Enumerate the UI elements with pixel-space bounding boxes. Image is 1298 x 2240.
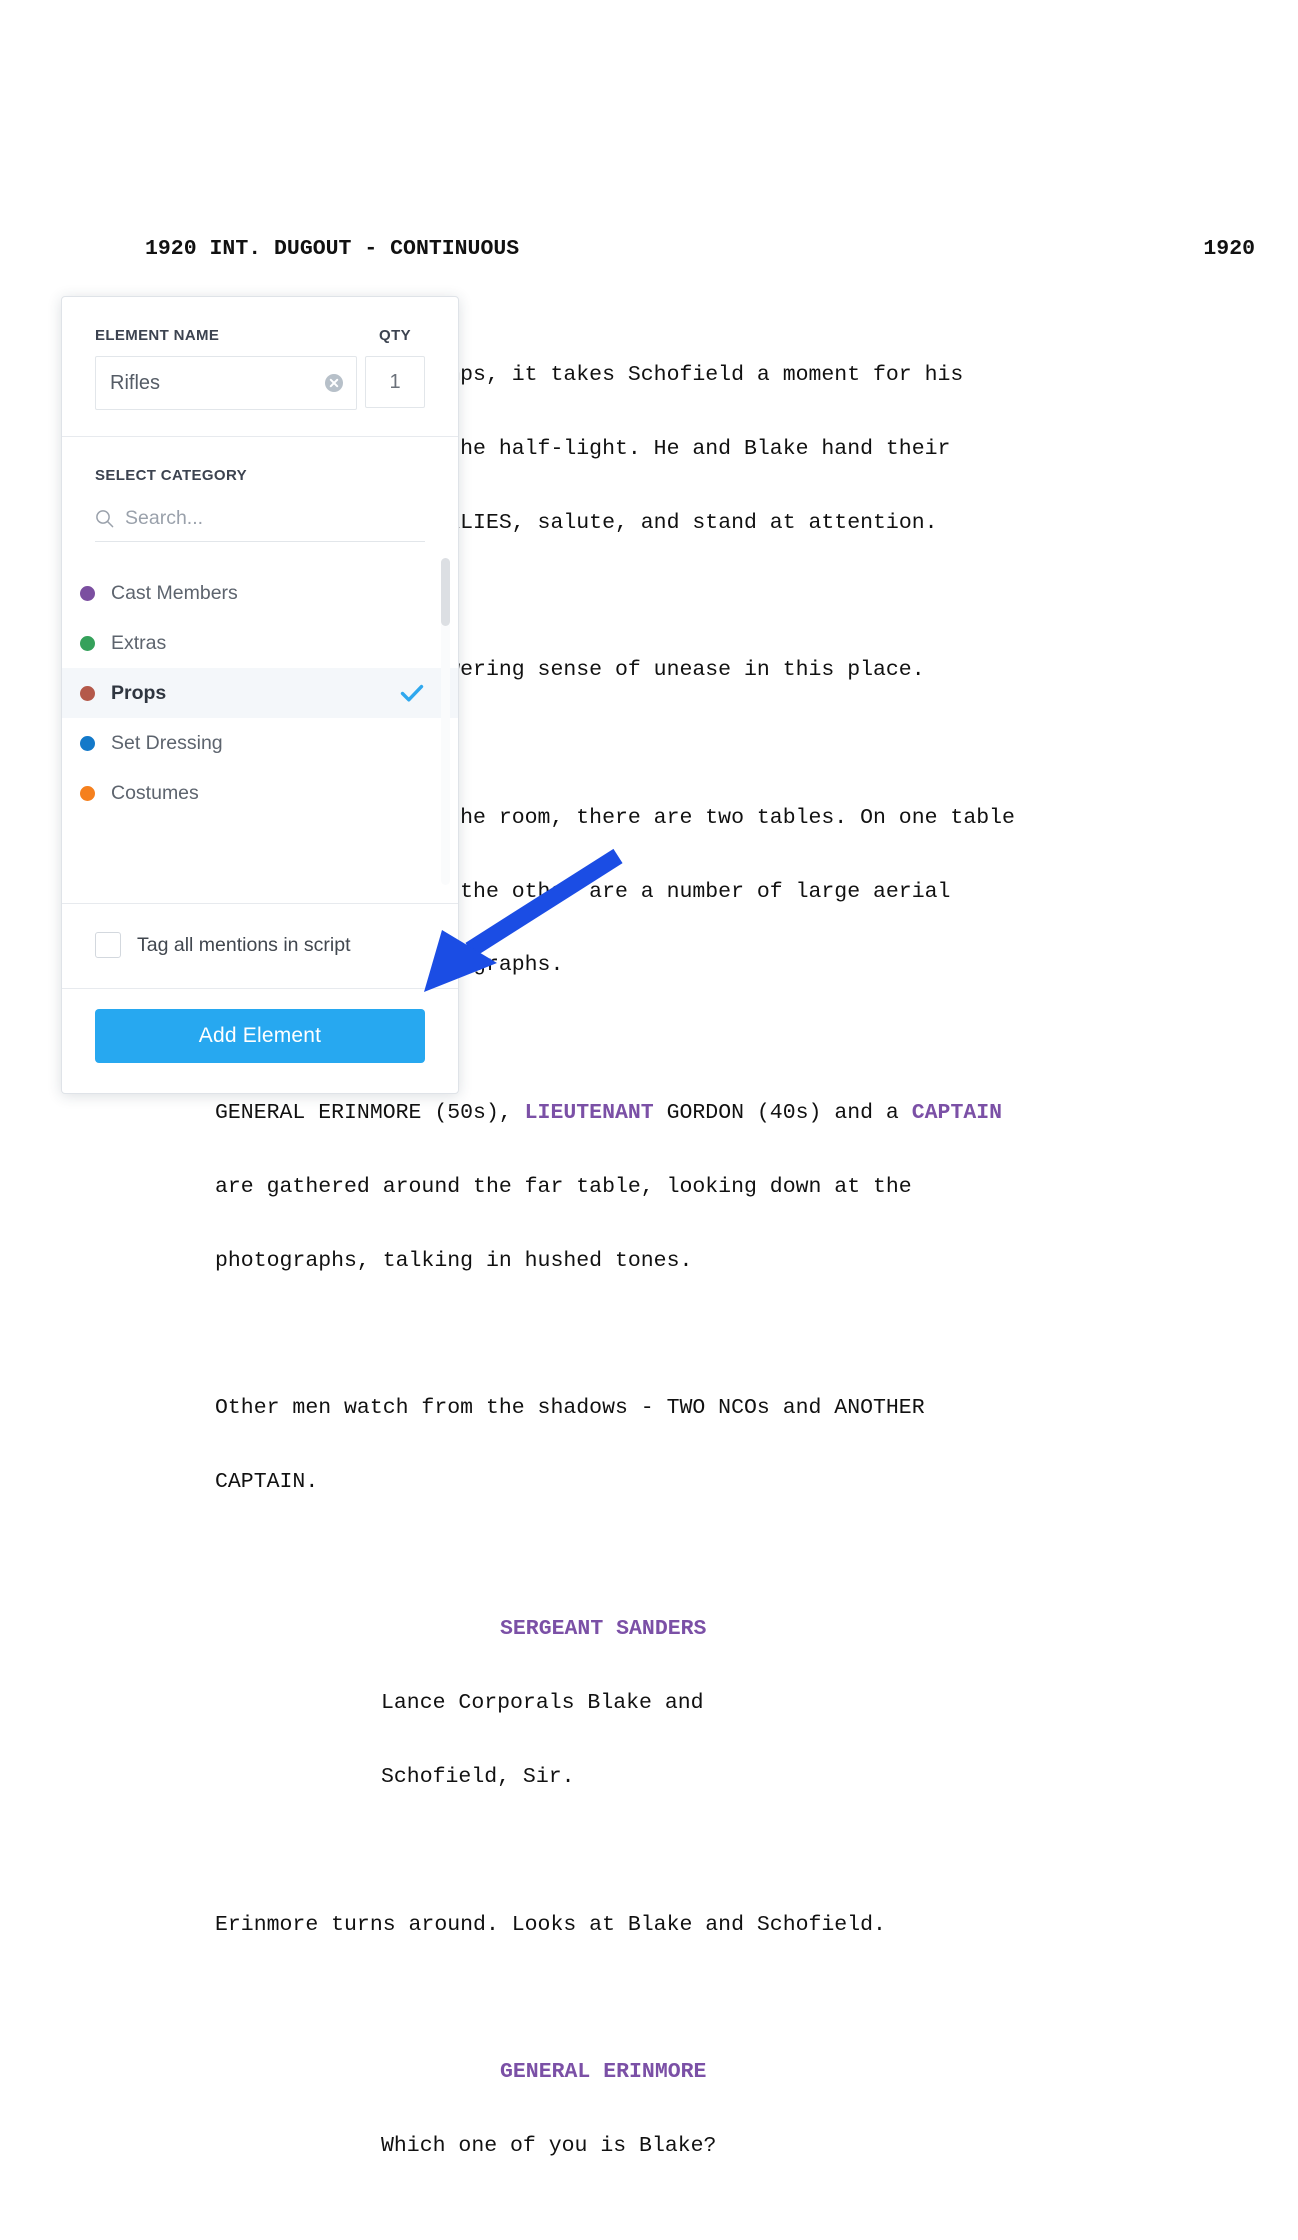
category-item-label: Cast Members <box>111 581 238 604</box>
qty-column-label: QTY <box>379 327 411 344</box>
checkmark-icon <box>399 680 425 706</box>
category-item-label: Costumes <box>111 781 199 804</box>
select-category-label: SELECT CATEGORY <box>95 467 247 484</box>
element-name-input-wrapper[interactable] <box>95 356 357 410</box>
element-name-input[interactable] <box>96 357 356 409</box>
add-element-button[interactable]: Add Element <box>95 1009 425 1063</box>
action-seg: GENERAL ERINMORE (50s), <box>215 1100 525 1125</box>
qty-input[interactable] <box>366 357 424 407</box>
category-search-input[interactable] <box>123 506 425 531</box>
action-line: CAPTAIN. <box>215 1469 319 1494</box>
category-list: Cast Members Extras Props Set Dressing Costu… <box>62 568 458 818</box>
scene-number-left: 1920 <box>145 236 197 261</box>
tagged-character-captain[interactable]: CAPTAIN <box>912 1101 1002 1125</box>
tag-all-mentions-checkbox[interactable] <box>95 932 121 958</box>
category-item-extras[interactable]: Extras <box>62 618 458 668</box>
action-line: Erinmore turns around. Looks at Blake an… <box>215 1912 886 1937</box>
category-color-dot <box>80 785 95 801</box>
action-line: are gathered around the far table, looki… <box>215 1174 912 1199</box>
dialogue-line: Schofield, Sir. <box>381 1765 575 1789</box>
action-line: photographs, talking in hushed tones. <box>215 1248 693 1273</box>
action-line: Other men watch from the shadows - TWO N… <box>215 1396 925 1421</box>
category-color-dot <box>80 585 95 601</box>
column-headers: ELEMENT NAME QTY <box>95 327 425 344</box>
dialogue-line: Which one of you is Blake? <box>381 2133 717 2158</box>
category-scrollbar-track[interactable] <box>441 558 450 885</box>
action-seg: GORDON (40s) and a <box>653 1100 912 1125</box>
select-category-section: SELECT CATEGORY Cast Members Extras Props S… <box>62 437 458 904</box>
scene-number-right: 1920 <box>1203 236 1255 261</box>
category-list-wrapper: Cast Members Extras Props Set Dressing Costu… <box>62 552 458 903</box>
character-cue[interactable]: GENERAL ERINMORE <box>145 2060 1255 2085</box>
character-cue[interactable]: SERGEANT SANDERS <box>145 1617 1255 1642</box>
category-item-cast-members[interactable]: Cast Members <box>62 568 458 618</box>
name-fields-row <box>95 356 425 410</box>
element-name-column-label: ELEMENT NAME <box>95 327 220 344</box>
action-line: GENERAL ERINMORE (50s), LIEUTENANT GORDO… <box>145 1101 1255 1126</box>
clear-circle-icon[interactable] <box>324 373 344 393</box>
tag-all-mentions-row[interactable]: Tag all mentions in script <box>62 904 458 989</box>
qty-input-wrapper[interactable] <box>365 356 425 408</box>
category-item-label: Extras <box>111 631 167 654</box>
dialogue-line: Lance Corporals Blake and <box>381 1691 704 1716</box>
category-item-costumes[interactable]: Costumes <box>62 768 458 818</box>
element-name-section: ELEMENT NAME QTY <box>62 297 458 437</box>
tag-all-mentions-label: Tag all mentions in script <box>137 933 351 956</box>
category-item-props[interactable]: Props <box>62 668 458 718</box>
dialog-footer: Add Element <box>62 989 458 1093</box>
category-color-dot <box>80 635 95 651</box>
category-item-label: Set Dressing <box>111 731 223 754</box>
scene-heading-line: 1920 INT. DUGOUT - CONTINUOUS 1920 <box>145 237 1255 262</box>
category-color-dot <box>80 735 95 751</box>
category-scrollbar-thumb[interactable] <box>441 558 450 626</box>
category-color-dot <box>80 685 95 701</box>
category-search-row[interactable] <box>95 506 425 542</box>
add-element-dialog: ELEMENT NAME QTY SELECT CATEGORY <box>61 296 459 1094</box>
category-item-set-dressing[interactable]: Set Dressing <box>62 718 458 768</box>
search-icon <box>95 509 114 528</box>
tagged-character-lieutenant[interactable]: LIEUTENANT <box>525 1101 654 1125</box>
category-item-label: Props <box>111 681 167 704</box>
scene-heading-text: INT. DUGOUT - CONTINUOUS <box>209 236 520 261</box>
